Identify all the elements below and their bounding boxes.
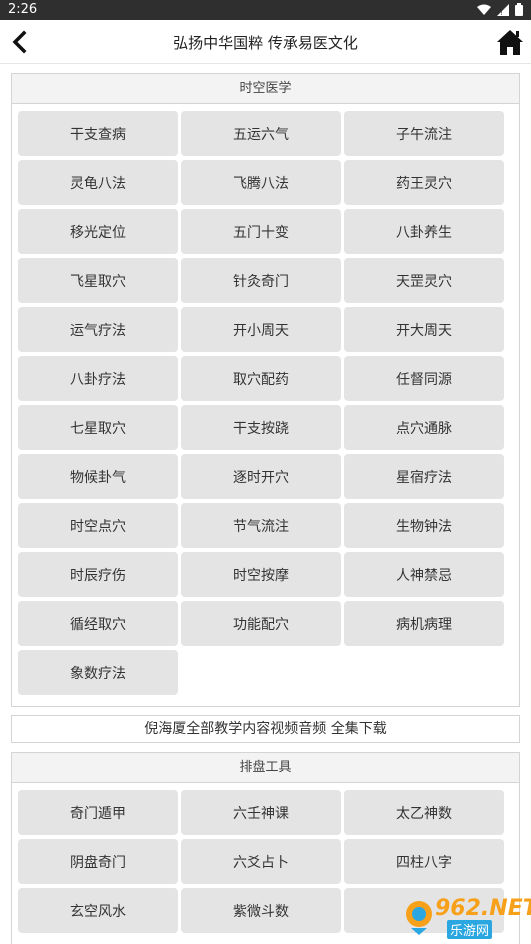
status-time: 2:26 [8,2,38,17]
grid-button[interactable]: 灵龟八法 [18,160,178,205]
grid-button[interactable]: 物候卦气 [18,454,178,499]
grid-button[interactable]: 时空点穴 [18,503,178,548]
grid-button[interactable]: 移光定位 [18,209,178,254]
watermark-number: 962.NET [435,896,531,921]
grid-button[interactable]: 针灸奇门 [181,258,341,303]
site-watermark: 962.NET 乐游网 [395,896,531,940]
grid-button[interactable]: 六爻占卜 [181,839,341,884]
app-bar: 弘扬中华国粹 传承易医文化 [0,20,531,64]
grid-button[interactable]: 五运六气 [181,111,341,156]
grid-button[interactable]: 四柱八字 [344,839,504,884]
grid-button[interactable]: 逐时开穴 [181,454,341,499]
grid-button[interactable]: 时辰疗伤 [18,552,178,597]
grid-button[interactable]: 节气流注 [181,503,341,548]
grid-button[interactable]: 取穴配药 [181,356,341,401]
grid-button[interactable]: 开大周天 [344,307,504,352]
grid-button[interactable]: 点穴通脉 [344,405,504,450]
grid-button[interactable]: 七星取穴 [18,405,178,450]
section-header: 时空医学 [12,74,519,104]
grid-button[interactable]: 五门十变 [181,209,341,254]
grid-button[interactable]: 任督同源 [344,356,504,401]
grid-button[interactable]: 紫微斗数 [181,888,341,933]
grid-button[interactable]: 运气疗法 [18,307,178,352]
watermark-logo-icon [406,901,432,935]
watermark-site-name: 乐游网 [447,920,493,939]
grid-button[interactable]: 循经取穴 [18,601,178,646]
button-grid: 干支查病 五运六气 子午流注灵龟八法 飞腾八法 药王灵穴移光定位 五门十变 八卦养生飞星取穴… [12,104,519,695]
signal-icon: ! [497,3,509,16]
grid-button[interactable]: 天罡灵穴 [344,258,504,303]
grid-button[interactable]: 阴盘奇门 [18,839,178,884]
grid-button[interactable]: 星宿疗法 [344,454,504,499]
grid-button[interactable]: 生物钟法 [344,503,504,548]
grid-button[interactable]: 飞星取穴 [18,258,178,303]
section-header: 排盘工具 [12,753,519,783]
grid-button[interactable]: 干支按跷 [181,405,341,450]
grid-button[interactable]: 子午流注 [344,111,504,156]
grid-button[interactable]: 病机病理 [344,601,504,646]
status-icons: ! [477,3,523,16]
grid-button[interactable]: 奇门遁甲 [18,790,178,835]
grid-button[interactable]: 太乙神数 [344,790,504,835]
wifi-icon [477,4,491,15]
battery-icon [515,3,523,16]
section-time-space-medicine: 时空医学 干支查病 五运六气 子午流注灵龟八法 飞腾八法 药王灵穴移光定位 五门十变 八卦养… [11,73,520,707]
grid-button[interactable]: 八卦养生 [344,209,504,254]
grid-button[interactable]: 玄空风水 [18,888,178,933]
grid-button[interactable]: 功能配穴 [181,601,341,646]
svg-text:!: ! [500,9,503,16]
grid-button[interactable]: 时空按摩 [181,552,341,597]
download-banner-link[interactable]: 倪海厦全部教学内容视频音频 全集下载 [11,715,520,743]
home-icon[interactable] [495,27,525,57]
grid-button[interactable]: 人神禁忌 [344,552,504,597]
grid-button[interactable]: 开小周天 [181,307,341,352]
grid-button[interactable]: 飞腾八法 [181,160,341,205]
grid-button[interactable]: 八卦疗法 [18,356,178,401]
status-bar: 2:26 ! [0,0,531,20]
grid-button[interactable]: 象数疗法 [18,650,178,695]
grid-button[interactable]: 干支查病 [18,111,178,156]
grid-button[interactable]: 药王灵穴 [344,160,504,205]
page-title: 弘扬中华国粹 传承易医文化 [173,34,358,52]
grid-button[interactable]: 六壬神课 [181,790,341,835]
